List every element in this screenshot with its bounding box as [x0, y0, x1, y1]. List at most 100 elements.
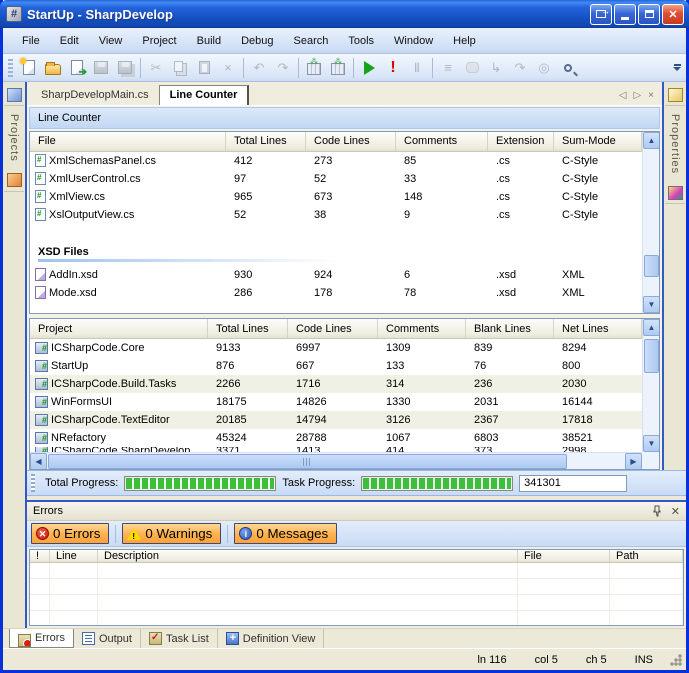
column-header[interactable]: Sum-Mode — [554, 132, 642, 151]
table-row[interactable]: ICSharpCode.TextEditor201851479431262367… — [30, 411, 642, 429]
toolbar-grip[interactable] — [8, 59, 13, 77]
column-header[interactable]: Code Lines — [288, 319, 378, 338]
menu-item-tools[interactable]: Tools — [339, 32, 383, 50]
cs-file-icon — [35, 208, 46, 221]
tab-scroll-left-icon[interactable]: ◁ — [619, 90, 627, 101]
table-row[interactable]: XmlUserControl.cs975233.csC-Style — [30, 170, 642, 188]
spacer — [30, 224, 642, 238]
column-header[interactable]: ! — [30, 550, 50, 562]
scroll-right-icon[interactable]: ▶ — [625, 453, 642, 470]
maximize-button[interactable] — [638, 4, 660, 25]
0-warnings-button[interactable]: 0 Warnings — [122, 523, 221, 544]
scrollbar-thumb[interactable] — [644, 339, 659, 373]
tab-task-list[interactable]: Task List — [141, 629, 218, 648]
right-dock-label[interactable]: Properties — [669, 106, 681, 182]
left-dock-label[interactable]: Projects — [8, 106, 20, 170]
table-row[interactable]: ICSharpCode.Core9133699713098398294 — [30, 339, 642, 357]
table-row[interactable]: StartUp87666713376800 — [30, 357, 642, 375]
tab-line-counter[interactable]: Line Counter — [159, 85, 250, 105]
progress-bar-row: Total Progress: Task Progress: 341301 — [27, 470, 686, 496]
tab-sharpdevelopmain-cs[interactable]: SharpDevelopMain.cs — [31, 86, 159, 105]
line-counter-header: Line Counter — [29, 107, 660, 129]
column-header[interactable]: Comments — [378, 319, 466, 338]
rebuild-icon — [331, 63, 345, 75]
column-header[interactable]: Extension — [488, 132, 554, 151]
scroll-down-icon[interactable]: ▼ — [643, 296, 660, 313]
table-row[interactable]: XmlView.cs965673148.csC-Style — [30, 188, 642, 206]
table-row[interactable]: Mode.xsd28617878.xsdXML — [30, 284, 642, 302]
task-tab-icon — [149, 632, 162, 645]
menu-item-file[interactable]: File — [13, 32, 49, 50]
table-row[interactable]: ICSharpCode.Build.Tasks22661716314236203… — [30, 375, 642, 393]
resize-grip-icon[interactable] — [669, 653, 682, 666]
column-header[interactable]: Total Lines — [208, 319, 288, 338]
tab-close-icon[interactable]: × — [648, 90, 654, 101]
table-row[interactable]: WinFormsUI18175148261330203116144 — [30, 393, 642, 411]
files-table-vscrollbar[interactable]: ▲ ▼ — [642, 132, 659, 314]
cs-file-icon — [35, 172, 46, 185]
classes-icon — [7, 173, 22, 187]
0-errors-button[interactable]: ✕0 Errors — [31, 523, 109, 544]
projects-table-vscrollbar[interactable]: ▲ ▼ — [642, 319, 659, 452]
scrollbar-thumb[interactable] — [48, 454, 567, 469]
column-header[interactable]: Comments — [396, 132, 488, 151]
column-header[interactable]: Total Lines — [226, 132, 306, 151]
column-header[interactable]: Description — [98, 550, 518, 562]
menu-item-edit[interactable]: Edit — [51, 32, 88, 50]
column-header[interactable]: Project — [30, 319, 208, 338]
column-header[interactable]: Line — [50, 550, 98, 562]
sidebar-item-classes[interactable] — [4, 170, 24, 192]
run-debug-button[interactable]: ! — [381, 56, 405, 79]
toolbar-overflow-button[interactable] — [672, 57, 682, 79]
menu-item-debug[interactable]: Debug — [232, 32, 282, 50]
close-button[interactable]: ✕ — [662, 4, 684, 25]
menu-item-build[interactable]: Build — [188, 32, 230, 50]
menu-item-project[interactable]: Project — [133, 32, 185, 50]
sidebar-item-projects-icon[interactable] — [4, 84, 24, 106]
run-button[interactable] — [357, 56, 381, 79]
rebuild-button[interactable] — [326, 56, 350, 79]
sidebar-item-properties-icon[interactable] — [665, 84, 685, 106]
scroll-down-icon[interactable]: ▼ — [643, 435, 660, 452]
tab-scroll-right-icon[interactable]: ▷ — [633, 90, 641, 101]
column-header[interactable]: File — [518, 550, 610, 562]
sidebar-item-tools[interactable] — [665, 182, 685, 204]
value-cell: 148 — [396, 191, 488, 203]
errors-panel-title: Errors — [33, 505, 651, 517]
column-header[interactable]: Path — [610, 550, 683, 562]
tools-icon — [668, 186, 683, 200]
column-header[interactable]: Blank Lines — [466, 319, 554, 338]
file-name-cell: ICSharpCode.TextEditor — [30, 414, 208, 426]
scroll-up-icon[interactable]: ▲ — [643, 132, 660, 149]
scroll-left-icon[interactable]: ◀ — [30, 453, 47, 470]
new-file-button[interactable] — [17, 56, 41, 79]
0-messages-button[interactable]: i0 Messages — [234, 523, 337, 544]
scroll-up-icon[interactable]: ▲ — [643, 319, 660, 336]
column-header[interactable]: Code Lines — [306, 132, 396, 151]
menu-item-window[interactable]: Window — [385, 32, 442, 50]
column-header[interactable]: Net Lines — [554, 319, 642, 338]
tab-output[interactable]: Output — [74, 629, 141, 648]
table-row[interactable]: NRefactory45324287881067680338521 — [30, 429, 642, 447]
projects-table-hscrollbar[interactable]: ◀ ▶ — [30, 452, 642, 469]
errors-panel-close-icon[interactable]: ✕ — [671, 505, 680, 518]
minimize-button[interactable] — [614, 4, 636, 25]
window-special-button[interactable] — [590, 4, 612, 25]
menu-item-search[interactable]: Search — [285, 32, 338, 50]
menu-item-help[interactable]: Help — [444, 32, 485, 50]
column-header[interactable]: File — [30, 132, 226, 151]
table-row[interactable]: AddIn.xsd9309246.xsdXML — [30, 266, 642, 284]
value-cell: 8294 — [554, 342, 642, 354]
save-as-button[interactable] — [65, 56, 89, 79]
statusbar-grip[interactable] — [31, 474, 35, 492]
pin-icon[interactable] — [651, 505, 663, 517]
open-file-button[interactable] — [41, 56, 65, 79]
table-row[interactable]: XmlSchemasPanel.cs41227385.csC-Style — [30, 152, 642, 170]
tab-errors[interactable]: Errors — [9, 629, 74, 648]
tab-definition-view[interactable]: Definition View — [218, 629, 325, 648]
scrollbar-thumb[interactable] — [644, 255, 659, 277]
table-row[interactable]: XslOutputView.cs52389.csC-Style — [30, 206, 642, 224]
search-button[interactable] — [556, 56, 580, 79]
menu-item-view[interactable]: View — [90, 32, 132, 50]
build-button[interactable] — [302, 56, 326, 79]
